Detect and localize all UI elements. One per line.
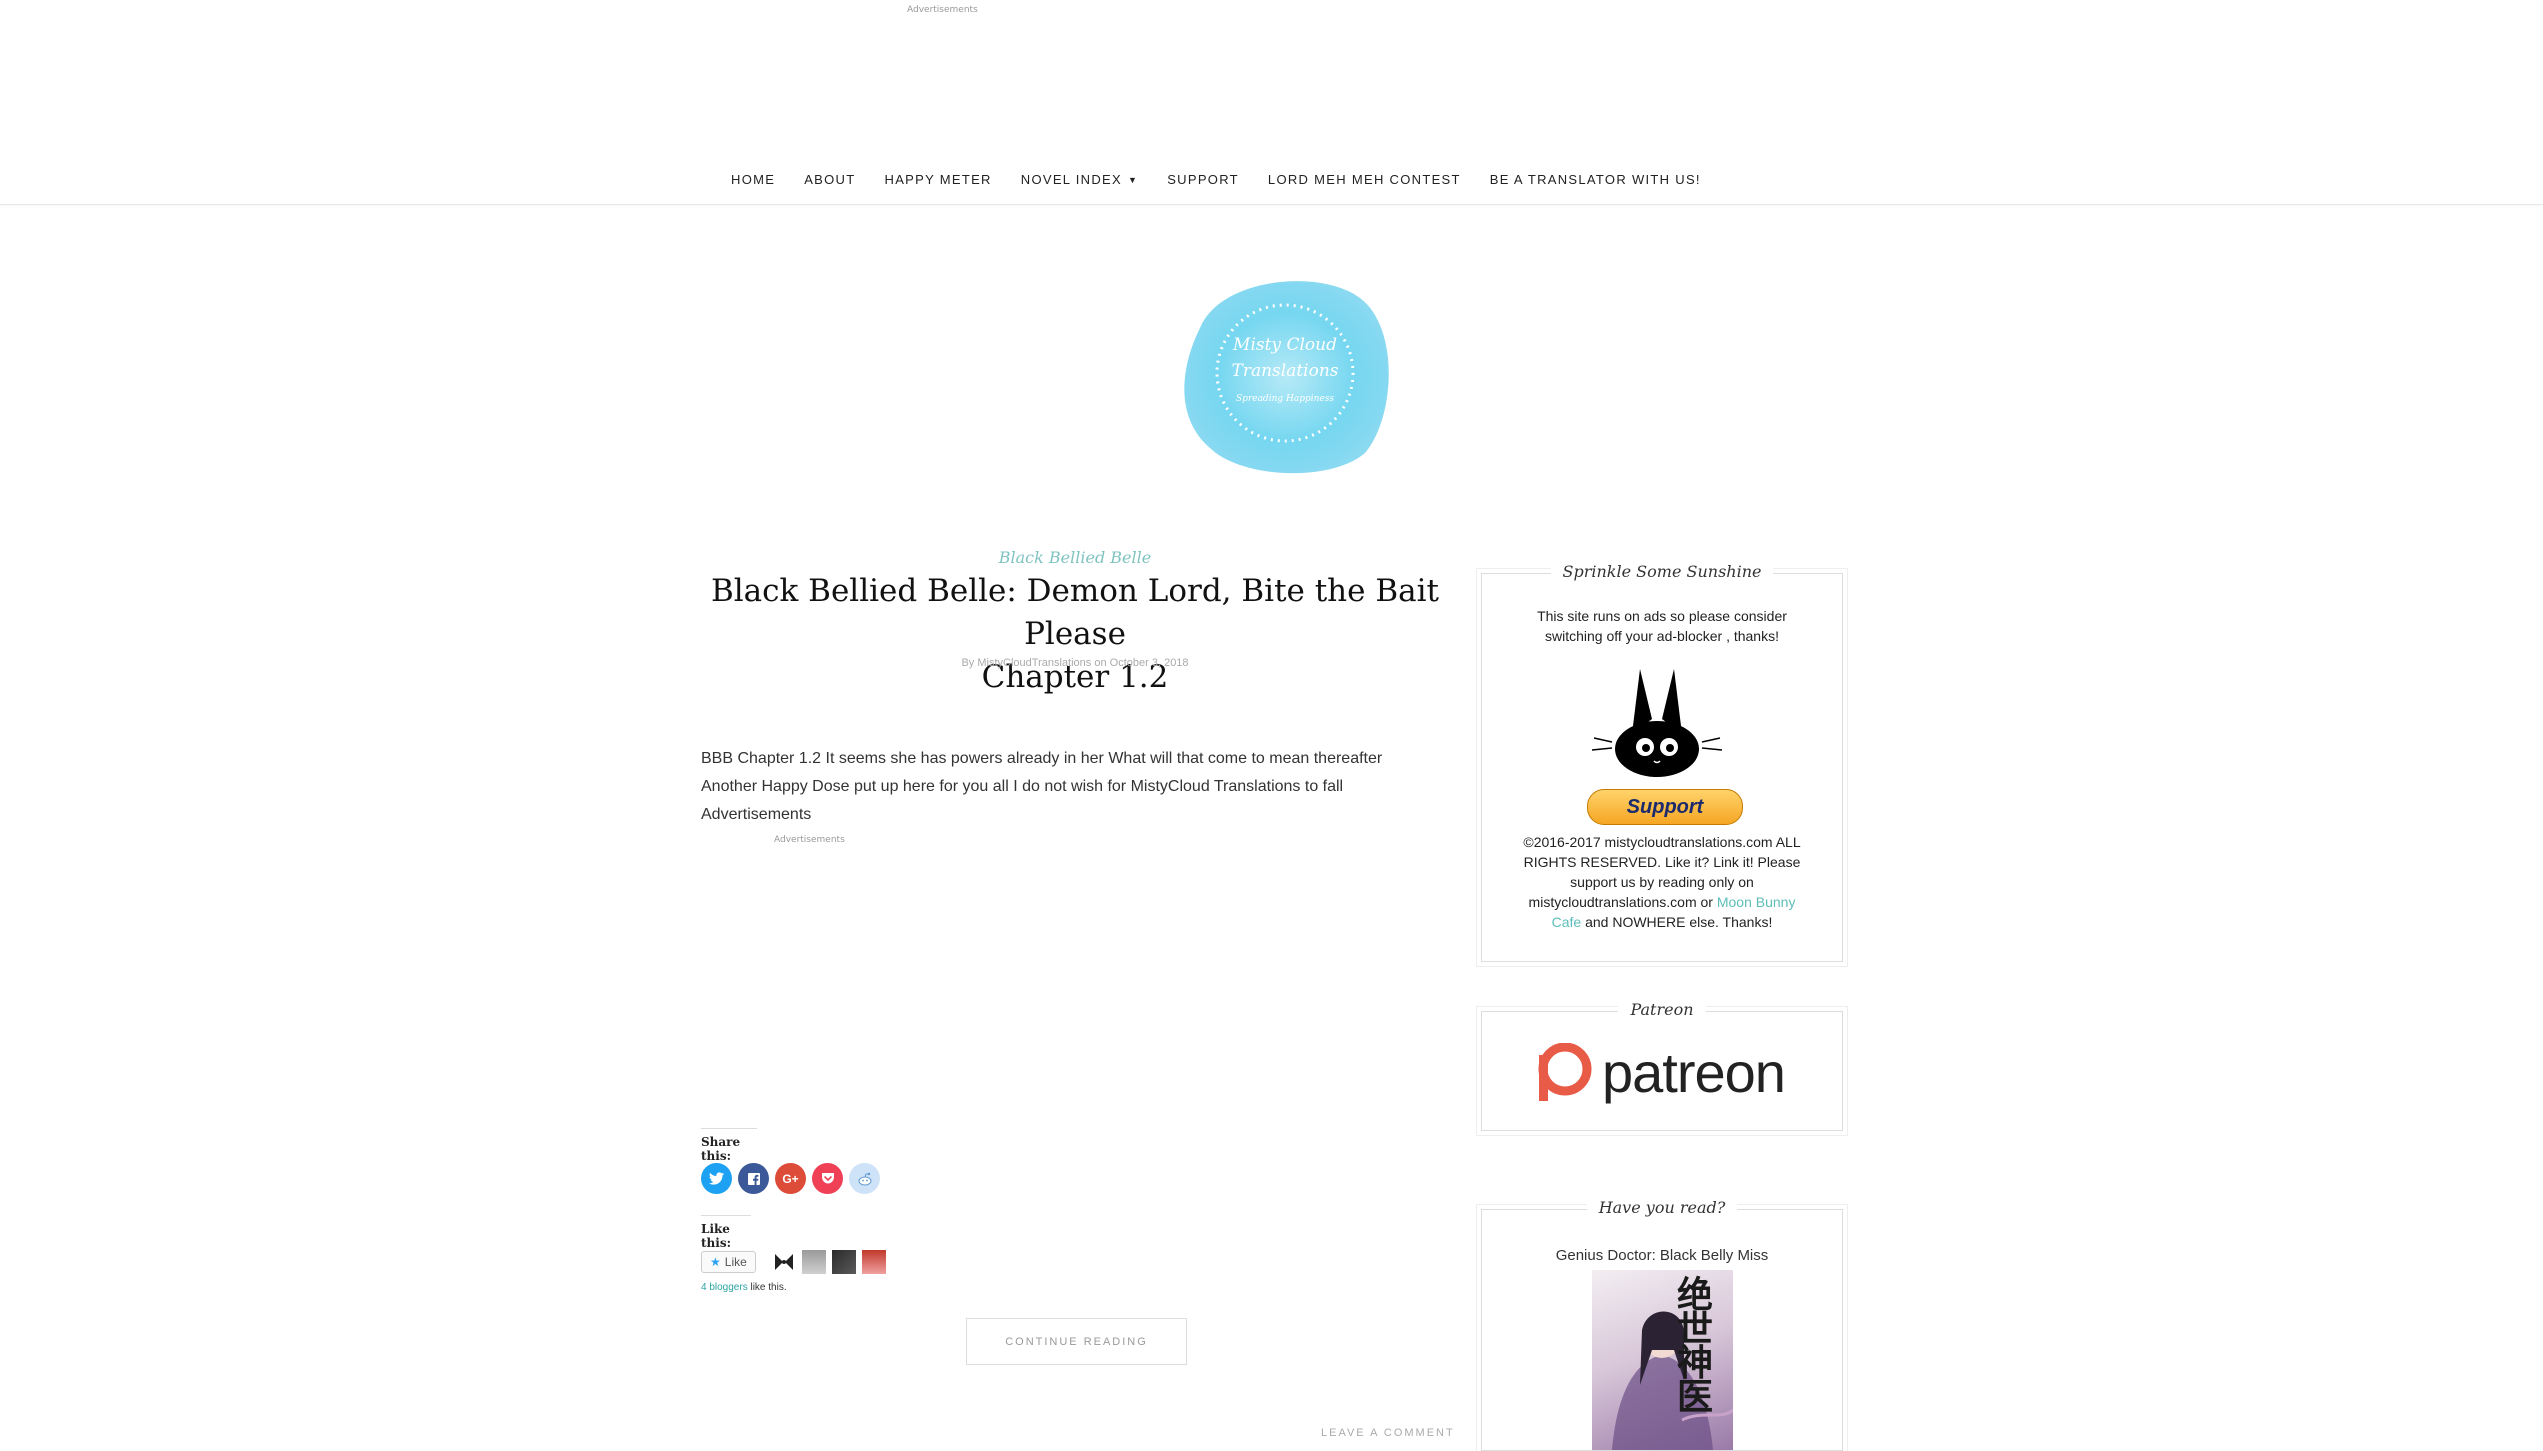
bunny-icon: [1592, 669, 1722, 777]
like-row: ★ Like: [701, 1250, 886, 1274]
nav-item-lord-meh-meh-contest[interactable]: LORD MEH MEH CONTEST: [1268, 172, 1461, 187]
reddit-icon: [858, 1172, 871, 1185]
widget-patreon: Patreon patreon: [1481, 1000, 1843, 1131]
widget-title: Sprinkle Some Sunshine: [1482, 562, 1842, 581]
book-cover-title: 绝世神医: [1676, 1274, 1713, 1418]
nav-item-be-a-translator[interactable]: BE A TRANSLATOR WITH US!: [1490, 172, 1701, 187]
like-button[interactable]: ★ Like: [701, 1251, 756, 1273]
avatar[interactable]: [801, 1250, 826, 1274]
nav-item-label: HOME: [731, 172, 776, 187]
twitter-icon: [709, 1172, 724, 1185]
logo-line2: Translations: [1231, 361, 1338, 381]
meta-by: By: [961, 657, 975, 669]
nav-item-about[interactable]: ABOUT: [804, 172, 855, 187]
site-logo[interactable]: Misty Cloud Translations Spreading Happi…: [1170, 268, 1400, 483]
twitter-share-button[interactable]: [701, 1163, 732, 1194]
adblock-note: This site runs on ads so please consider…: [1537, 608, 1787, 644]
facebook-share-button[interactable]: [738, 1163, 769, 1194]
nav-menu: HOME ABOUT HAPPY METER NOVEL INDEX ▼ SUPP…: [731, 172, 1730, 187]
nav-item-label: SUPPORT: [1167, 172, 1239, 187]
nav-item-label: BE A TRANSLATOR WITH US!: [1489, 172, 1701, 187]
main-nav: HOME ABOUT HAPPY METER NOVEL INDEX ▼ SUPP…: [0, 160, 2543, 205]
nav-item-label: LORD MEH MEH CONTEST: [1267, 172, 1461, 187]
widget-have-you-read: Have you read? Genius Doctor: Black Bell…: [1481, 1198, 1843, 1451]
google-plus-icon: G+: [782, 1171, 799, 1186]
logo-line3: Spreading Happiness: [1236, 394, 1334, 404]
widget-title: Have you read?: [1482, 1198, 1842, 1217]
inline-ad-label: Advertisements: [774, 835, 845, 845]
nav-item-home[interactable]: HOME: [731, 172, 775, 187]
widget-title: Patreon: [1482, 1000, 1842, 1019]
support-paypal-button[interactable]: Support: [1587, 789, 1743, 825]
patreon-link[interactable]: patreon: [1532, 1040, 1786, 1105]
widget-title-text: Sprinkle Some Sunshine: [1550, 562, 1774, 581]
widget-title-text: Patreon: [1618, 1000, 1706, 1019]
avatar[interactable]: [771, 1250, 796, 1274]
post-title[interactable]: Black Bellied Belle: Demon Lord, Bite th…: [700, 570, 1450, 699]
bloggers-suffix: like this.: [750, 1282, 787, 1293]
copyright-post: and NOWHERE else. Thanks!: [1585, 914, 1773, 930]
caret-down-icon: ▼: [1127, 174, 1139, 185]
post-category[interactable]: Black Bellied Belle: [700, 548, 1450, 567]
widget-sprinkle-sunshine: Sprinkle Some Sunshine This site runs on…: [1481, 562, 1843, 962]
top-ad-label: Advertisements: [907, 5, 978, 15]
reddit-share-button[interactable]: [849, 1163, 880, 1194]
pocket-icon: [821, 1173, 834, 1184]
patreon-logo-text: patreon: [1602, 1041, 1786, 1104]
nav-item-label: HAPPY METER: [884, 172, 992, 187]
patreon-icon: [1538, 1042, 1592, 1101]
bloggers-like-text: 4 bloggers like this.: [701, 1282, 787, 1293]
share-label: Share this:: [701, 1128, 757, 1163]
widget-title-text: Have you read?: [1586, 1198, 1738, 1217]
leave-comment-link[interactable]: LEAVE A COMMENT: [1321, 1427, 1455, 1439]
share-buttons: G+: [701, 1163, 880, 1194]
bloggers-count-link[interactable]: 4 bloggers: [701, 1282, 748, 1293]
post-excerpt: BBB Chapter 1.2 It seems she has powers …: [701, 750, 1383, 823]
nav-item-support[interactable]: SUPPORT: [1167, 172, 1239, 187]
nav-item-novel-index[interactable]: NOVEL INDEX ▼: [1021, 172, 1138, 187]
like-button-label: Like: [724, 1255, 747, 1269]
post-author[interactable]: MistyCloudTranslations: [977, 657, 1091, 669]
meta-on: on: [1094, 657, 1107, 669]
post-date[interactable]: October 3, 2018: [1110, 657, 1189, 669]
avatar[interactable]: [861, 1250, 886, 1274]
continue-reading-button[interactable]: CONTINUE READING: [966, 1318, 1187, 1365]
logo-line1: Misty Cloud: [1232, 335, 1337, 355]
nav-item-label: ABOUT: [804, 172, 856, 187]
post-meta: By MistyCloudTranslations on October 3, …: [700, 657, 1450, 669]
logo-watercolor: Misty Cloud Translations Spreading Happi…: [1184, 281, 1389, 474]
star-icon: ★: [710, 1255, 721, 1269]
facebook-icon: [747, 1172, 760, 1186]
google-plus-share-button[interactable]: G+: [775, 1163, 806, 1194]
avatar[interactable]: [831, 1250, 856, 1274]
post-title-line1: Black Bellied Belle: Demon Lord, Bite th…: [710, 573, 1439, 652]
like-label: Like this:: [701, 1215, 751, 1250]
book-cover-image[interactable]: 绝世神医: [1592, 1270, 1733, 1450]
book-title[interactable]: Genius Doctor: Black Belly Miss: [1482, 1247, 1842, 1264]
nav-item-label: NOVEL INDEX: [1020, 172, 1122, 187]
copyright-notice: ©2016-2017 mistycloudtranslations.com AL…: [1517, 832, 1807, 932]
nav-item-happy-meter[interactable]: HAPPY METER: [885, 172, 992, 187]
pocket-share-button[interactable]: [812, 1163, 843, 1194]
